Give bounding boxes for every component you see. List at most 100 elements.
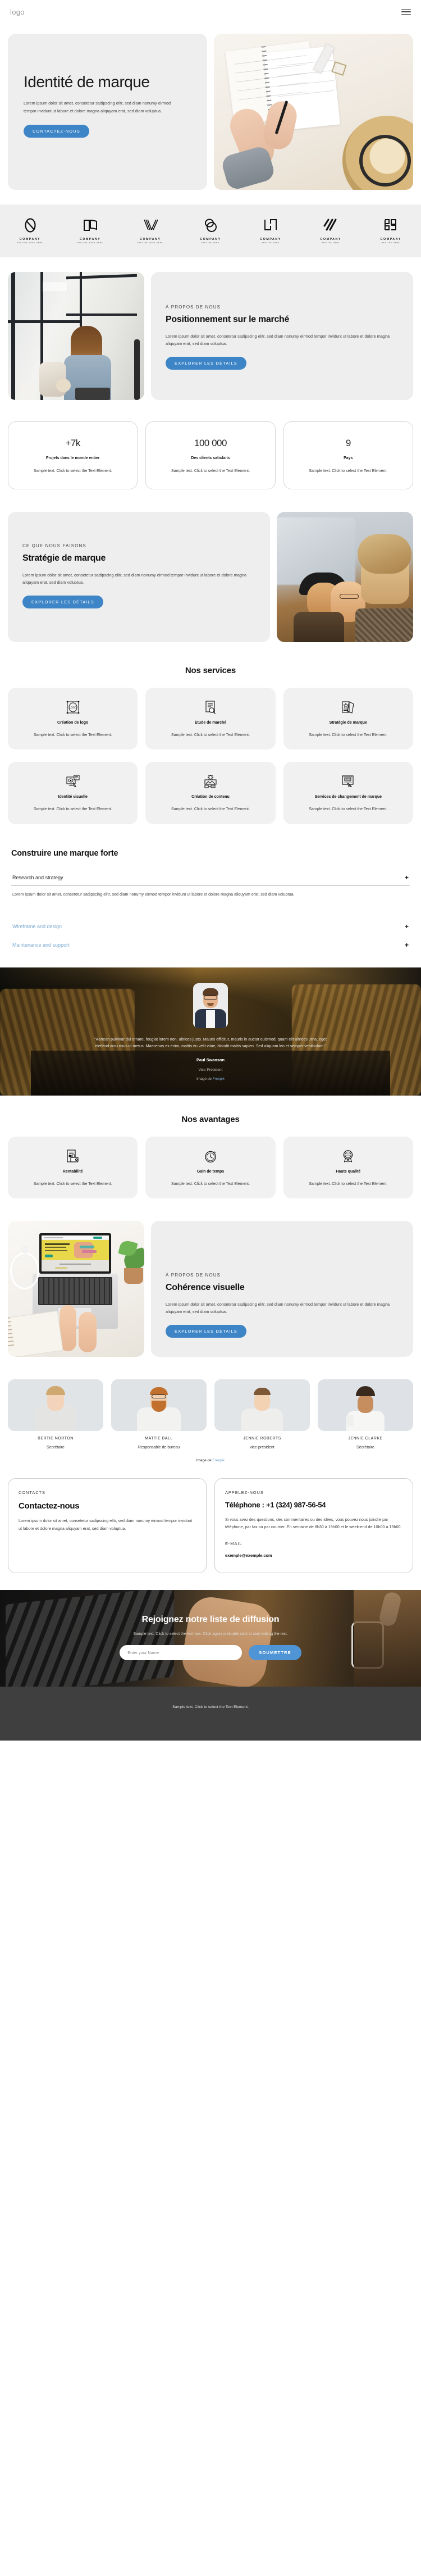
plus-icon[interactable]: + (405, 942, 409, 948)
client-logo: COMPANY TAGLINE GOES HERE (129, 217, 172, 244)
advantage-card[interactable]: Rentabilité Sample text. Click to select… (8, 1136, 138, 1199)
visual-consistency-image (8, 1221, 144, 1357)
brand-strategy-title: Stratégie de marque (22, 553, 106, 564)
team-image-credit: Image de Freepik (0, 1459, 421, 1462)
client-logo-tagline: TAGLINE HERE (201, 242, 219, 244)
newsletter-submit-button[interactable]: SOUMETTRE (249, 1644, 301, 1660)
testimonial-quote: "Aenean pulvinar dui ornare, feugiat lor… (94, 1037, 327, 1049)
team-member-photo (8, 1379, 103, 1432)
stats-section: +7k Projets dans le monde entier Sample … (0, 400, 421, 490)
visual-consistency-text: À PROPOS DE NOUS Cohérence visuelle Lore… (151, 1221, 413, 1357)
newsletter-name-input[interactable] (120, 1644, 242, 1660)
testimonial-section: "Aenean pulvinar dui ornare, feugiat lor… (0, 967, 421, 1096)
stat-number: +7k (65, 438, 80, 448)
svg-text:BRAND: BRAND (345, 779, 352, 781)
service-card[interactable]: BRAND Services de changement de marque S… (283, 762, 413, 824)
service-card[interactable]: Identité visuelle Sample text. Click to … (8, 762, 138, 824)
accordion-item-wireframe: Wireframe and design + (11, 916, 410, 934)
advantages-row: Rentabilité Sample text. Click to select… (8, 1136, 413, 1199)
market-position-cta-button[interactable]: EXPLORER LES DÉTAILS (166, 356, 246, 370)
accordion-title: Construire une marque forte (11, 848, 118, 858)
brand-strategy-text: CE QUE NOUS FAISONS Stratégie de marque … (8, 512, 270, 643)
brand-strategy-image (277, 512, 413, 643)
accordion-label: Maintenance and support (12, 942, 70, 948)
market-position-paragraph: Lorem ipsum dolor sit amet, consetetur s… (166, 333, 390, 347)
service-description: Sample text. Click to select the Text El… (309, 733, 388, 738)
advantage-card[interactable]: Gain de temps Sample text. Click to sele… (145, 1136, 276, 1199)
hero-cta-button[interactable]: CONTACTEZ-NOUS (24, 125, 89, 138)
accordion-label: Research and strategy (12, 874, 63, 880)
client-logo-tagline: TAGLINE GOES HERE (17, 242, 43, 244)
advantage-title: Rentabilité (62, 1169, 83, 1174)
client-logo-name: COMPANY (200, 238, 221, 241)
advantage-description: Sample text. Click to select the Text El… (171, 1182, 250, 1186)
accordion-item-maintenance: Maintenance and support + (11, 934, 410, 953)
time-saving-icon (153, 1149, 267, 1164)
team-member-role: Responsable de bureau (138, 1446, 180, 1450)
market-position-title: Positionnement sur le marché (166, 315, 290, 324)
landing-page: logo Identité de marque Lorem ipsum dolo… (0, 0, 421, 1741)
client-logo-tagline: TAGLINE GOES HERE (137, 242, 163, 244)
service-card[interactable]: Création de contenu Sample text. Click t… (145, 762, 276, 824)
brand-strategy-cta-button[interactable]: EXPLORER LES DÉTAILS (22, 595, 103, 608)
rebranding-icon: BRAND (291, 774, 405, 789)
stat-description: Sample text. Click to select the Text El… (309, 469, 388, 473)
visual-consistency-cta-button[interactable]: EXPLORER LES DÉTAILS (166, 1324, 246, 1338)
plus-icon[interactable]: + (405, 874, 409, 881)
service-card[interactable]: LOGO Création de logo Sample text. Click… (8, 688, 138, 750)
team-member-role: Secrétaire (47, 1446, 65, 1450)
team-member-role: vice-président (250, 1446, 274, 1450)
service-title: Création de logo (57, 721, 89, 725)
content-creation-icon (153, 774, 267, 789)
accordion-header[interactable]: Maintenance and support + (11, 934, 410, 953)
newsletter-section: Rejoignez notre liste de diffusion Sampl… (0, 1589, 421, 1687)
service-description: Sample text. Click to select the Text El… (33, 807, 112, 812)
stat-label: Des clients satisfaits (191, 456, 230, 460)
contact-card-left: CONTACTS Contactez-nous Lorem ipsum dolo… (8, 1478, 207, 1573)
freepik-link[interactable]: Freepik (213, 1459, 225, 1462)
client-logo-tagline: TAGLINE HERE (382, 242, 400, 244)
client-logo-tagline: TAGLINE HERE (322, 242, 340, 244)
brand-strategy-icon (291, 700, 405, 715)
checkmark-lines-logo-icon (143, 217, 158, 234)
advantage-title: Gain de temps (196, 1169, 225, 1174)
newsletter-subtitle: Sample text. Click to select the text bo… (133, 1632, 288, 1636)
stat-description: Sample text. Click to select the Text El… (33, 469, 112, 473)
freepik-link[interactable]: Freepik (213, 1077, 225, 1081)
visual-consistency-section: À PROPOS DE NOUS Cohérence visuelle Lore… (0, 1198, 421, 1357)
advantage-description: Sample text. Click to select the Text El… (33, 1182, 112, 1186)
contact-email-value[interactable]: exemple@exemple.com (225, 1553, 402, 1558)
accordion-header[interactable]: Research and strategy + (11, 867, 410, 885)
service-title: Stratégie de marque (329, 721, 367, 725)
advantage-card[interactable]: HIGH QUALITY Haute qualité Sample text. C… (283, 1136, 413, 1199)
credit-prefix: Image de (196, 1076, 213, 1081)
visual-consistency-paragraph: Lorem ipsum dolor sit amet, consetetur s… (166, 1301, 390, 1315)
team-member-name: MATTIE BALL (145, 1437, 173, 1441)
client-logo: COMPANY TAGLINE HERE (249, 217, 292, 244)
market-position-text: À PROPOS DE NOUS Positionnement sur le m… (151, 272, 413, 400)
services-row-2: Identité visuelle Sample text. Click to … (8, 762, 413, 824)
stat-number: 100 000 (194, 438, 227, 448)
service-title: Création de contenu (191, 795, 230, 799)
service-title: Étude de marché (194, 721, 227, 725)
team-member: BERTIE NORTON Secrétaire (8, 1379, 103, 1450)
team-member: MATTIE BALL Responsable de bureau (111, 1379, 207, 1450)
advantages-section: Nos avantages Rentabilité Sample text. C… (0, 1096, 421, 1199)
services-title: Nos services (185, 666, 236, 676)
accordion-body: Lorem ipsum dolor sit amet, consetetur s… (12, 891, 295, 897)
service-card[interactable]: Stratégie de marque Sample text. Click t… (283, 688, 413, 750)
advantage-description: Sample text. Click to select the Text El… (309, 1182, 388, 1186)
service-card[interactable]: Étude de marché Sample text. Click to se… (145, 688, 276, 750)
brand-strategy-eyebrow: CE QUE NOUS FAISONS (22, 543, 86, 549)
testimonial-author-role: Vice-Président (198, 1067, 223, 1072)
contact-phone-title: Téléphone : +1 (324) 987-56-54 (225, 1501, 326, 1510)
services-section: Nos services LOGO Création de logo Sampl… (0, 642, 421, 824)
site-logo[interactable]: logo (10, 8, 25, 16)
team-section: BERTIE NORTON Secrétaire MATTIE BALL Res… (0, 1357, 421, 1450)
plus-icon[interactable]: + (405, 923, 409, 930)
hamburger-menu-icon[interactable] (401, 8, 411, 15)
accordion-header[interactable]: Wireframe and design + (11, 916, 410, 934)
service-title: Services de changement de marque (314, 795, 382, 799)
monogram-logo-icon (383, 217, 398, 234)
slashes-logo-icon (323, 217, 338, 234)
